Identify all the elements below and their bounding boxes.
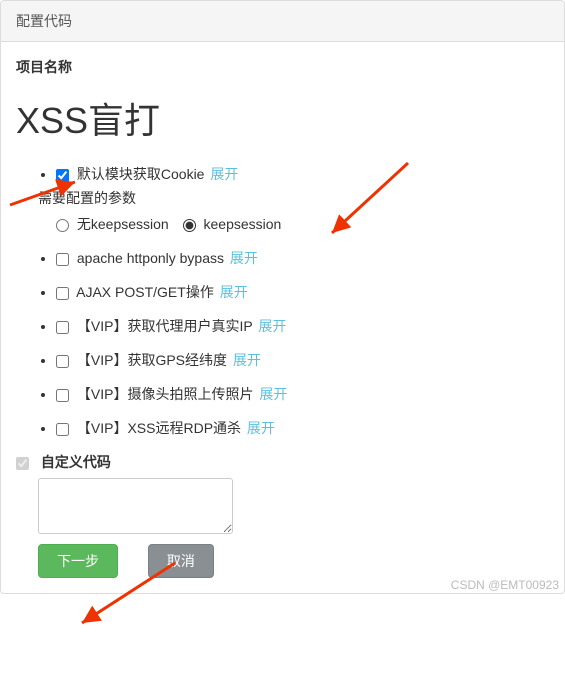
module-label-1: apache httponly bypass: [77, 250, 224, 266]
radio-group-keepsession: 无keepsession keepsession: [56, 214, 549, 234]
module-label-6: 【VIP】XSS远程RDP通杀: [77, 420, 241, 436]
expand-link-1[interactable]: 展开: [230, 250, 258, 266]
expand-link-3[interactable]: 展开: [258, 318, 286, 334]
custom-code-checkbox[interactable]: [16, 457, 29, 470]
module-item-1: apache httponly bypass 展开: [56, 248, 549, 268]
module-label-5: 【VIP】摄像头拍照上传照片: [77, 386, 254, 402]
module-checkbox-6[interactable]: [56, 423, 69, 436]
module-item-0: 默认模块获取Cookie 展开 需要配置的参数 无keepsession kee…: [56, 164, 549, 234]
radio-no-keepsession[interactable]: [56, 219, 69, 232]
expand-link-4[interactable]: 展开: [233, 352, 261, 368]
panel-body: 项目名称 XSS盲打 默认模块获取Cookie 展开 需要配置的参数 无keep…: [1, 42, 564, 593]
module-checkbox-3[interactable]: [56, 321, 69, 334]
module-label-0: 默认模块获取Cookie: [77, 166, 205, 182]
project-name-label: 项目名称: [16, 57, 549, 77]
module-item-5: 【VIP】摄像头拍照上传照片 展开: [56, 384, 549, 404]
panel-title: 配置代码: [1, 1, 564, 42]
module-checkbox-2[interactable]: [56, 287, 69, 300]
module-item-3: 【VIP】获取代理用户真实IP 展开: [56, 316, 549, 336]
module-checkbox-5[interactable]: [56, 389, 69, 402]
module-item-4: 【VIP】获取GPS经纬度 展开: [56, 350, 549, 370]
radio-keepsession-label[interactable]: keepsession: [183, 216, 282, 232]
watermark: CSDN @EMT00923: [451, 578, 559, 592]
module-checkbox-0[interactable]: [56, 169, 69, 182]
custom-code-row: 自定义代码: [16, 452, 549, 472]
module-list: 默认模块获取Cookie 展开 需要配置的参数 无keepsession kee…: [16, 164, 549, 438]
cancel-button[interactable]: 取消: [148, 544, 214, 578]
module-label-2: AJAX POST/GET操作: [76, 284, 214, 300]
radio-no-keepsession-label[interactable]: 无keepsession: [56, 216, 173, 232]
module-params-label: 需要配置的参数: [38, 188, 549, 208]
radio-keepsession[interactable]: [183, 219, 196, 232]
expand-link-2[interactable]: 展开: [220, 284, 248, 300]
next-button[interactable]: 下一步: [38, 544, 118, 578]
module-item-6: 【VIP】XSS远程RDP通杀 展开: [56, 418, 549, 438]
module-label-3: 【VIP】获取代理用户真实IP: [77, 318, 253, 334]
expand-link-6[interactable]: 展开: [247, 420, 275, 436]
module-checkbox-1[interactable]: [56, 253, 69, 266]
expand-link-5[interactable]: 展开: [259, 386, 287, 402]
custom-code-textarea[interactable]: [38, 478, 233, 534]
project-title: XSS盲打: [16, 92, 549, 144]
custom-code-label: 自定义代码: [41, 454, 111, 470]
expand-link-0[interactable]: 展开: [210, 166, 238, 182]
module-label-4: 【VIP】获取GPS经纬度: [77, 352, 227, 368]
module-checkbox-4[interactable]: [56, 355, 69, 368]
module-item-2: AJAX POST/GET操作 展开: [56, 282, 549, 302]
config-panel: 配置代码 项目名称 XSS盲打 默认模块获取Cookie 展开 需要配置的参数 …: [0, 0, 565, 594]
